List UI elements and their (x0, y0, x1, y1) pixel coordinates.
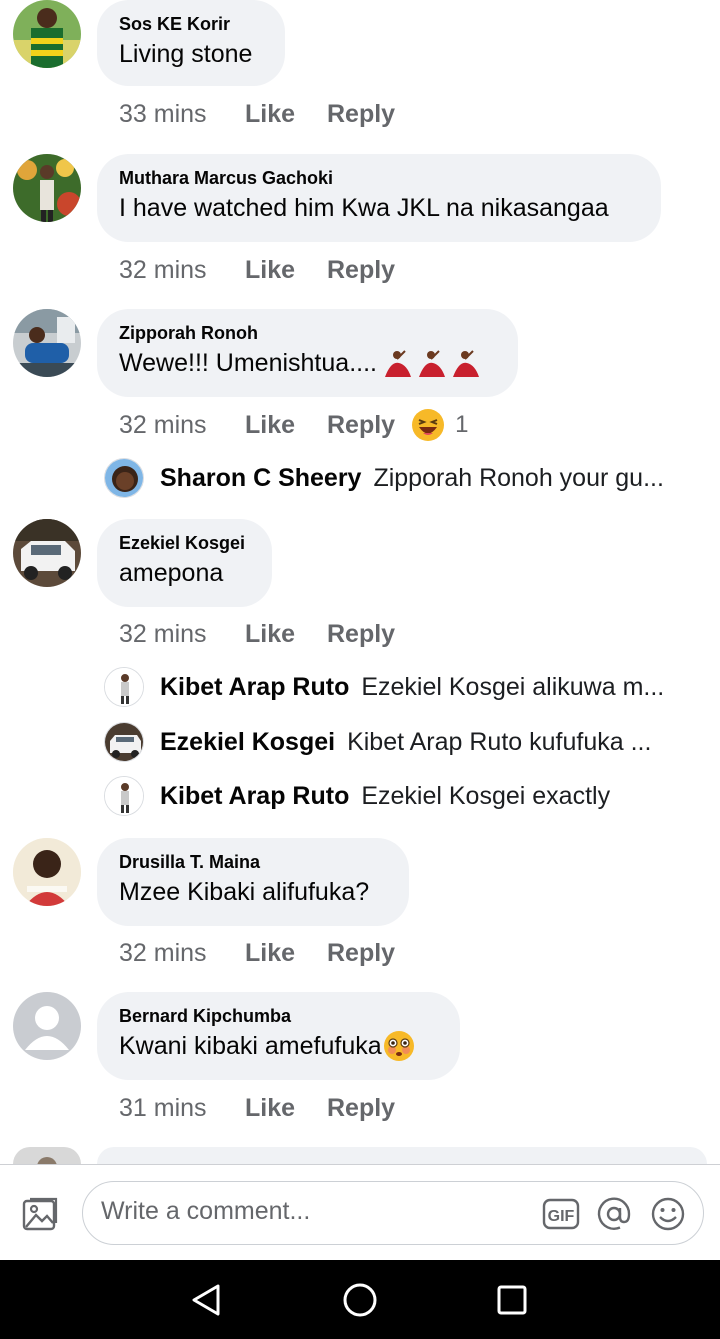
reply-preview[interactable]: Ezekiel Kosgei Kibet Arap Ruto kufufuka … (104, 722, 651, 762)
comment-timestamp: 32 mins (119, 619, 207, 648)
comment-text: Kwani kibaki amefufuka (119, 1030, 438, 1062)
avatar (104, 722, 144, 762)
emoji-icon[interactable] (650, 1196, 686, 1237)
home-icon[interactable] (342, 1282, 378, 1323)
avatar[interactable] (13, 1147, 81, 1164)
comment-bubble: Bernard Kipchumba Kwani kibaki amefufuka (97, 992, 460, 1080)
avatar[interactable] (13, 519, 81, 587)
comment-bubble: Drusilla T. Maina Mzee Kibaki alifufuka? (97, 838, 409, 926)
comment-composer: Write a comment... GIF (0, 1164, 720, 1261)
reply-text: Ezekiel Kosgei exactly (361, 781, 611, 810)
comment-author[interactable]: Ezekiel Kosgei (119, 533, 250, 553)
comment-text-content: Kwani kibaki amefufuka (119, 1032, 382, 1060)
comment-text: I have watched him Kwa JKL na nikasangaa (119, 194, 609, 222)
comment-input[interactable]: Write a comment... GIF (82, 1181, 704, 1245)
recents-icon[interactable] (496, 1284, 528, 1321)
reply-button[interactable]: Reply (327, 620, 395, 649)
flushed-emoji-icon (383, 1030, 415, 1062)
reply-author[interactable]: Sharon C Sheery (160, 464, 361, 493)
reply-author[interactable]: Kibet Arap Ruto (160, 673, 349, 702)
reaction-summary[interactable]: 1 (411, 408, 468, 442)
like-button[interactable]: Like (245, 256, 327, 285)
comment-bubble: Ezekiel Kosgei amepona (97, 519, 272, 607)
mention-icon[interactable] (596, 1196, 632, 1237)
like-button[interactable]: Like (245, 1094, 327, 1123)
avatar (104, 458, 144, 498)
avatar[interactable] (13, 992, 81, 1060)
avatar[interactable] (13, 309, 81, 377)
comment-actions: 32 mins Like Reply (119, 938, 395, 968)
back-icon[interactable] (188, 1282, 224, 1323)
avatar[interactable] (13, 0, 81, 68)
comment-timestamp: 31 mins (119, 1093, 207, 1122)
comment-actions: 32 mins Like Reply 1 (119, 408, 468, 442)
reply-button[interactable]: Reply (327, 411, 395, 440)
comment-text: Wewe!!! Umenishtua.... (119, 347, 496, 379)
reply-text: Kibet Arap Ruto kufufuka ... (347, 727, 652, 756)
comment-author[interactable]: Zipporah Ronoh (119, 323, 496, 343)
reply-preview[interactable]: Kibet Arap Ruto Ezekiel Kosgei exactly (104, 776, 610, 816)
reply-button[interactable]: Reply (327, 100, 395, 129)
like-button[interactable]: Like (245, 620, 327, 649)
comment-actions: 31 mins Like Reply (119, 1093, 395, 1123)
like-button[interactable]: Like (245, 411, 327, 440)
comment-timestamp: 32 mins (119, 938, 207, 967)
reply-text: Zipporah Ronoh your gu... (373, 463, 664, 492)
comment-actions: 32 mins Like Reply (119, 619, 395, 649)
comment-bubble: Muthara Marcus Gachoki I have watched hi… (97, 154, 661, 242)
avatar[interactable] (13, 838, 81, 906)
comment-text: Living stone (119, 40, 253, 68)
like-button[interactable]: Like (245, 939, 327, 968)
like-button[interactable]: Like (245, 100, 327, 129)
comment-text-content: Wewe!!! Umenishtua.... (119, 349, 377, 377)
photo-icon[interactable] (20, 1195, 60, 1238)
comment-author[interactable]: Bernard Kipchumba (119, 1006, 438, 1026)
reply-author[interactable]: Ezekiel Kosgei (160, 728, 335, 757)
reply-preview[interactable]: Sharon C Sheery Zipporah Ronoh your gu..… (104, 458, 664, 498)
comment-text: amepona (119, 559, 224, 587)
avatar (104, 776, 144, 816)
comment-author[interactable]: Sos KE Korir (119, 14, 263, 34)
comment-bubble (97, 1147, 707, 1164)
gif-icon[interactable]: GIF (542, 1197, 580, 1236)
comment-bubble: Sos KE Korir Living stone (97, 0, 285, 86)
reply-author[interactable]: Kibet Arap Ruto (160, 782, 349, 811)
comment-timestamp: 33 mins (119, 99, 207, 128)
reply-preview[interactable]: Kibet Arap Ruto Ezekiel Kosgei alikuwa m… (104, 667, 664, 707)
laughing-emoji-icon (411, 408, 445, 442)
dancer-emoji-icon (379, 347, 484, 379)
comment-author[interactable]: Muthara Marcus Gachoki (119, 168, 639, 188)
system-nav-bar (0, 1260, 720, 1339)
comment-text: Mzee Kibaki alifufuka? (119, 878, 370, 906)
avatar (104, 667, 144, 707)
gif-label: GIF (548, 1208, 575, 1225)
comment-timestamp: 32 mins (119, 255, 207, 284)
comment-timestamp: 32 mins (119, 410, 207, 439)
avatar[interactable] (13, 154, 81, 222)
reply-button[interactable]: Reply (327, 256, 395, 285)
comment-input-placeholder: Write a comment... (101, 1197, 311, 1225)
reply-button[interactable]: Reply (327, 939, 395, 968)
reply-text: Ezekiel Kosgei alikuwa m... (361, 672, 665, 701)
comment-author[interactable]: Drusilla T. Maina (119, 852, 387, 872)
reply-button[interactable]: Reply (327, 1094, 395, 1123)
comment-actions: 33 mins Like Reply (119, 99, 395, 129)
comment-bubble: Zipporah Ronoh Wewe!!! Umenishtua.... (97, 309, 518, 397)
comment-actions: 32 mins Like Reply (119, 255, 395, 285)
reaction-count: 1 (455, 411, 469, 438)
